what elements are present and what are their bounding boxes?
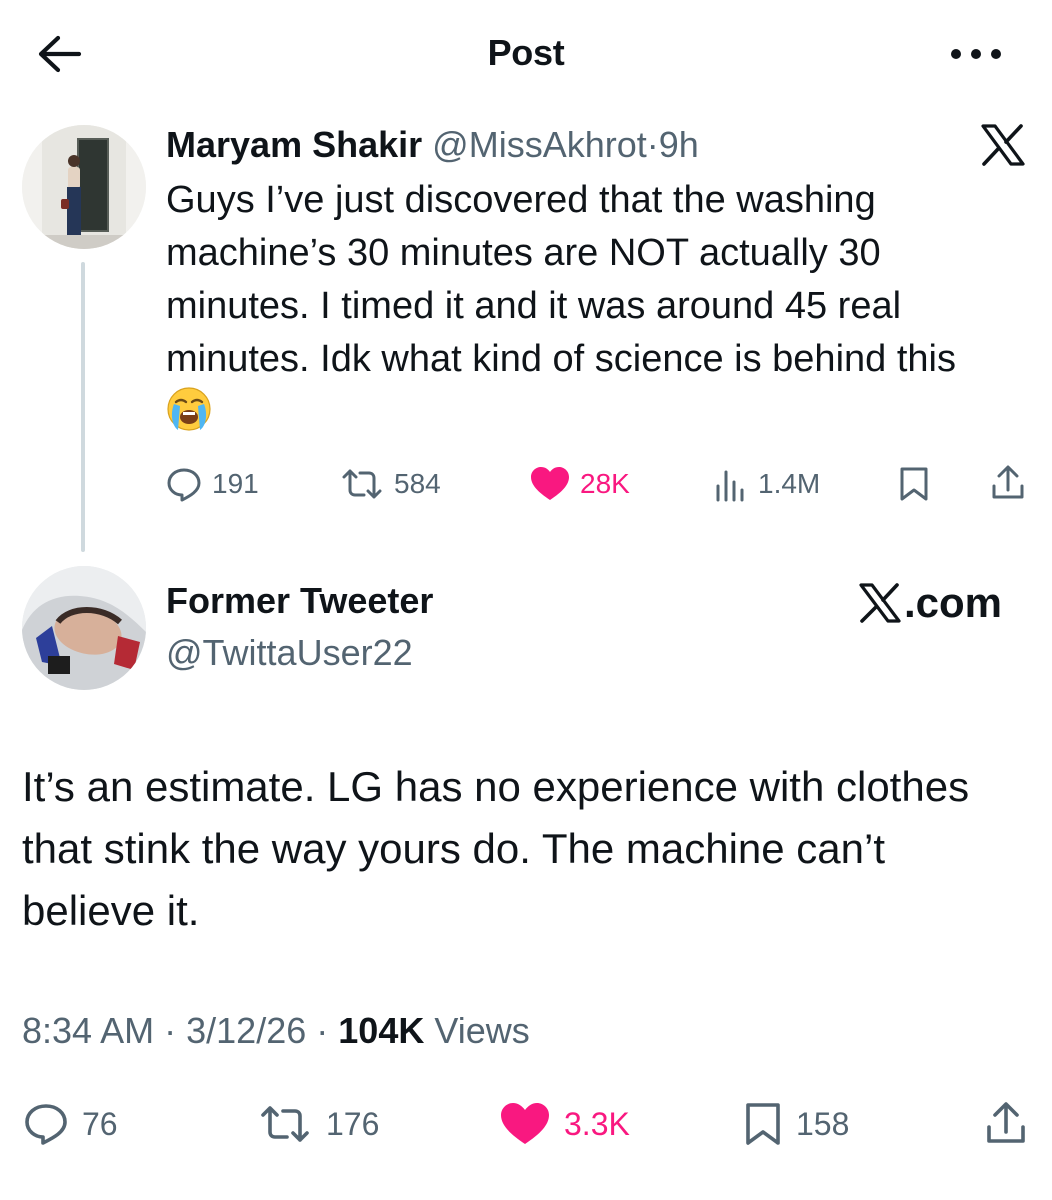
bookmark-icon bbox=[900, 467, 928, 501]
meta-separator: · bbox=[316, 1010, 329, 1051]
like-count: 28K bbox=[580, 468, 630, 499]
like-button[interactable]: 3.3K bbox=[500, 1102, 630, 1146]
avatar[interactable] bbox=[22, 566, 146, 690]
heart-filled-icon bbox=[501, 1103, 549, 1144]
tweet-date[interactable]: 3/12/26 bbox=[186, 1010, 306, 1051]
repost-button[interactable]: 176 bbox=[258, 1102, 379, 1146]
tweet-text: It’s an estimate. LG has no experience w… bbox=[22, 763, 970, 934]
like-count: 3.3K bbox=[564, 1105, 630, 1142]
like-button[interactable]: 28K bbox=[530, 466, 630, 502]
repost-icon bbox=[261, 1106, 309, 1142]
share-button[interactable] bbox=[990, 464, 1026, 502]
page-title: Post bbox=[487, 32, 565, 73]
tweet-actions: 76 176 3.3K 158 bbox=[0, 1096, 1052, 1152]
tweet-header: Maryam Shakir @MissAkhrot·9h bbox=[166, 122, 699, 168]
tweet-time[interactable]: 8:34 AM bbox=[22, 1010, 154, 1051]
reply-count: 76 bbox=[82, 1105, 118, 1142]
tweet-meta: 8:34 AM · 3/12/26 · 104K Views bbox=[22, 1008, 530, 1054]
share-icon bbox=[987, 1102, 1025, 1143]
brand-domain-text: .com bbox=[904, 579, 1003, 626]
bookmark-button[interactable] bbox=[898, 466, 930, 502]
author-name[interactable]: Maryam Shakir bbox=[166, 124, 422, 165]
tweet-time[interactable]: 9h bbox=[659, 124, 699, 165]
meta-separator: · bbox=[646, 124, 659, 165]
bookmark-count: 158 bbox=[796, 1105, 850, 1142]
reply-icon bbox=[25, 1104, 67, 1145]
author-handle[interactable]: @TwittaUser22 bbox=[166, 630, 413, 676]
post-page: Post Maryam Shakir @MissAkhrot·9h Guys I… bbox=[0, 0, 1052, 1200]
views-chart-icon bbox=[716, 470, 744, 502]
tweet-body: Guys I’ve just discovered that the washi… bbox=[166, 179, 956, 380]
x-com-brand: .com bbox=[858, 578, 1002, 628]
tweet-text: Guys I’ve just discovered that the washi… bbox=[166, 174, 986, 439]
meta-separator: · bbox=[164, 1010, 177, 1051]
author-name[interactable]: Former Tweeter bbox=[166, 578, 433, 624]
views-count: 1.4M bbox=[758, 468, 821, 499]
views-button[interactable]: 1.4M bbox=[714, 466, 820, 502]
repost-count: 584 bbox=[394, 468, 441, 499]
share-button[interactable] bbox=[984, 1100, 1028, 1146]
x-logo-icon bbox=[980, 124, 1026, 166]
thread-connector-line bbox=[81, 262, 85, 552]
share-icon bbox=[992, 465, 1024, 499]
x-logo-icon bbox=[859, 583, 901, 623]
loudly-crying-face-icon bbox=[166, 386, 212, 432]
more-options-icon[interactable] bbox=[948, 42, 1004, 66]
author-handle[interactable]: @MissAkhrot bbox=[432, 124, 647, 165]
reply-count: 191 bbox=[212, 468, 259, 499]
views-count: 104K bbox=[338, 1010, 425, 1051]
views-label: Views bbox=[434, 1010, 530, 1051]
bookmark-button[interactable]: 158 bbox=[744, 1102, 849, 1146]
avatar[interactable] bbox=[22, 125, 146, 249]
tweet-actions: 191 584 28K 1.4M bbox=[0, 458, 1052, 508]
reply-button[interactable]: 191 bbox=[166, 466, 259, 502]
repost-button[interactable]: 584 bbox=[340, 466, 441, 502]
bookmark-icon bbox=[746, 1103, 780, 1145]
reply-icon bbox=[167, 468, 201, 502]
repost-count: 176 bbox=[326, 1105, 380, 1142]
heart-filled-icon bbox=[531, 467, 569, 500]
repost-icon bbox=[342, 469, 382, 499]
reply-button[interactable]: 76 bbox=[24, 1102, 118, 1146]
